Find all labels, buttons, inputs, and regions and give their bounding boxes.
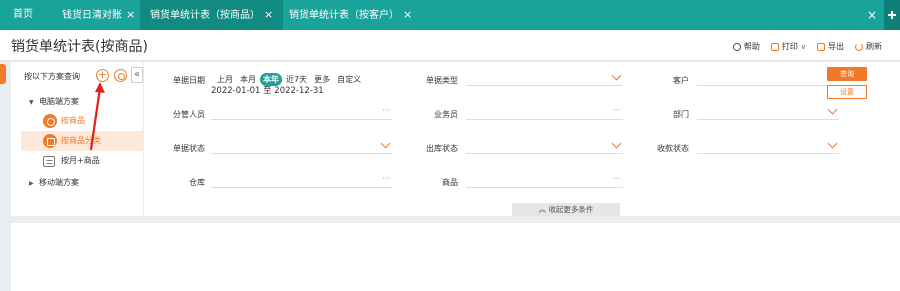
caret-right-icon: ▶ [29, 180, 34, 187]
add-scheme-button[interactable]: + [96, 69, 109, 82]
tab-label: 钱货日清对账 [62, 10, 122, 21]
dept-label: 部门 [673, 110, 689, 119]
date-range-display[interactable]: 2022-01-01 至 2022-12-31 [211, 84, 324, 96]
caret-down-icon: ▼ [29, 99, 34, 106]
double-chevron-up-icon: ︽ [538, 205, 547, 214]
results-panel [11, 223, 900, 291]
ellipsis-icon: ··· [613, 174, 621, 183]
scheme-settings-button[interactable] [114, 69, 127, 82]
outbound-status-label: 出库状态 [426, 144, 458, 153]
help-icon [732, 42, 741, 51]
tab-daily-reconcile[interactable]: 钱货日清对账 × [62, 0, 135, 30]
tree-item-by-month-product[interactable]: 按月+商品 [21, 151, 144, 171]
filter-panel: 按以下方案查询 + « ▼ 电脑端方案 按商品 按商品分类 按月+商品 ▶ 移动端方… [11, 62, 900, 216]
tab-close-icon[interactable]: × [403, 8, 412, 21]
tree-group-label: 电脑端方案 [39, 97, 79, 106]
date-chip-custom[interactable]: 自定义 [334, 73, 364, 86]
warehouse-picker[interactable]: ··· [211, 172, 392, 188]
warehouse-label: 仓库 [189, 178, 205, 187]
print-button[interactable]: 打印 ∨ [770, 41, 806, 52]
tree-item-by-category[interactable]: 按商品分类 [21, 131, 144, 151]
help-label: 帮助 [743, 42, 760, 51]
doc-date-label: 单据日期 [173, 76, 205, 85]
tab-label: 首页 [13, 9, 33, 20]
doc-status-label: 单据状态 [173, 144, 205, 153]
table-icon [43, 156, 55, 167]
chevron-down-icon [380, 138, 391, 149]
left-edge-handle[interactable] [0, 64, 6, 84]
print-label: 打印 [781, 42, 798, 51]
chevron-down-icon [611, 70, 622, 81]
close-all-tabs-icon[interactable]: × [866, 0, 878, 30]
refresh-label: 刷新 [866, 42, 882, 51]
doc-type-label: 单据类型 [426, 76, 458, 85]
settings-button[interactable]: 设置 [827, 85, 867, 99]
product-picker[interactable]: ··· [466, 172, 623, 188]
scheme-sidebar: 按以下方案查询 + « ▼ 电脑端方案 按商品 按商品分类 按月+商品 ▶ 移动端方… [11, 62, 144, 216]
chevron-down-icon [827, 104, 838, 115]
toolbar-actions: 帮助 打印 ∨ 导出 刷新 [732, 41, 882, 52]
refresh-icon [855, 42, 863, 51]
tree-item-label: 按商品分类 [61, 136, 101, 145]
product-icon [43, 114, 57, 128]
outbound-status-select[interactable] [466, 138, 623, 154]
doc-type-select[interactable] [466, 70, 623, 86]
manager-label: 分管人员 [173, 110, 205, 119]
chevron-down-icon: ∨ [800, 42, 806, 51]
export-label: 导出 [828, 42, 844, 51]
tab-sales-by-customer[interactable]: 销货单统计表（按客户） × [289, 0, 412, 30]
tree-item-label: 按商品 [61, 116, 85, 125]
ellipsis-icon: ··· [382, 174, 390, 183]
customer-label: 客户 [673, 76, 689, 85]
help-button[interactable]: 帮助 [732, 41, 760, 52]
export-button[interactable]: 导出 [817, 41, 844, 52]
customer-picker[interactable]: ··· [697, 70, 839, 86]
tab-home[interactable]: 首页 [13, 0, 33, 30]
ellipsis-icon: ··· [382, 106, 390, 115]
tab-close-icon[interactable]: × [264, 8, 273, 21]
sidebar-heading: 按以下方案查询 [24, 72, 80, 81]
chevron-down-icon [611, 138, 622, 149]
salesman-label: 业务员 [434, 110, 458, 119]
tree-group-pc[interactable]: ▼ 电脑端方案 [29, 96, 79, 107]
category-icon [43, 134, 57, 148]
salesman-picker[interactable]: ··· [466, 104, 623, 120]
tab-menu-icon[interactable] [884, 0, 900, 30]
collapse-more-conditions-button[interactable]: ︽ 收起更多条件 [512, 203, 620, 216]
chevron-down-icon [827, 138, 838, 149]
printer-icon [770, 42, 779, 51]
product-label: 商品 [442, 178, 458, 187]
tab-label: 销货单统计表（按商品） [150, 10, 260, 21]
tab-label: 销货单统计表（按客户） [289, 10, 399, 21]
tree-item-label: 按月+商品 [61, 156, 100, 165]
refresh-button[interactable]: 刷新 [855, 41, 882, 52]
export-icon [817, 42, 825, 51]
query-button[interactable]: 查询 [827, 67, 867, 81]
doc-status-select[interactable] [211, 138, 392, 154]
tab-close-icon[interactable]: × [126, 8, 135, 21]
payment-status-select[interactable] [697, 138, 839, 154]
tree-group-mobile[interactable]: ▶ 移动端方案 [29, 177, 79, 188]
collapse-sidebar-button[interactable]: « [131, 67, 143, 83]
title-bar: 销货单统计表(按商品) 帮助 打印 ∨ 导出 刷新 [0, 30, 900, 61]
tree-item-by-product[interactable]: 按商品 [21, 111, 144, 131]
payment-status-label: 收款状态 [657, 144, 689, 153]
collapse-more-conditions-label: 收起更多条件 [548, 205, 594, 214]
tree-group-label: 移动端方案 [39, 178, 79, 187]
page-title: 销货单统计表(按商品) [11, 39, 148, 55]
tab-sales-by-product[interactable]: 销货单统计表（按商品） × [140, 0, 284, 30]
tab-bar: 首页 钱货日清对账 × 销货单统计表（按商品） × 销货单统计表（按客户） × × [0, 0, 900, 30]
dept-select[interactable] [697, 104, 839, 120]
ellipsis-icon: ··· [613, 106, 621, 115]
manager-picker[interactable]: ··· [211, 104, 392, 120]
